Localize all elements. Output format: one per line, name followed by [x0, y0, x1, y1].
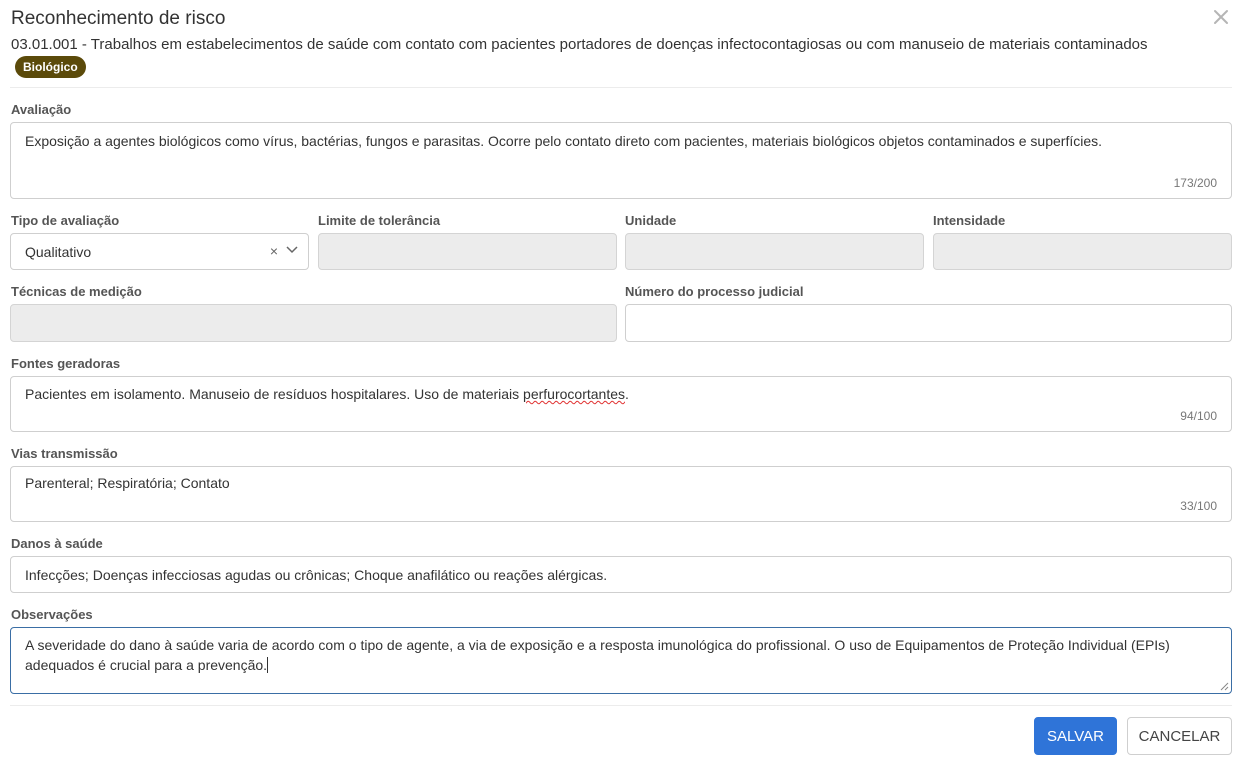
- close-icon[interactable]: [1212, 8, 1230, 26]
- cancel-button[interactable]: CANCELAR: [1127, 717, 1232, 755]
- tipo-avaliacao-select[interactable]: Qualitativo ×: [10, 233, 309, 270]
- tipo-avaliacao-label: Tipo de avaliação: [11, 213, 120, 228]
- header-divider: [10, 87, 1232, 88]
- observacoes-text: A severidade do dano à saúde varia de ac…: [25, 637, 1170, 673]
- fontes-geradoras-value: Pacientes em isolamento. Manuseio de res…: [25, 384, 1215, 404]
- limite-tolerancia-input: [318, 233, 617, 270]
- numero-processo-label: Número do processo judicial: [625, 284, 804, 299]
- footer-divider: [10, 705, 1232, 706]
- avaliacao-label: Avaliação: [11, 102, 72, 117]
- unidade-label: Unidade: [625, 213, 677, 228]
- tecnicas-medicao-input: [10, 304, 617, 342]
- observacoes-value: A severidade do dano à saúde varia de ac…: [25, 635, 1219, 675]
- intensidade-input: [933, 233, 1232, 270]
- danos-saude-label: Danos à saúde: [11, 536, 103, 551]
- danos-saude-value: Infecções; Doenças infecciosas agudas ou…: [25, 567, 608, 583]
- intensidade-label: Intensidade: [933, 213, 1006, 228]
- risk-type-badge: Biológico: [15, 56, 86, 78]
- fontes-geradoras-label: Fontes geradoras: [11, 356, 121, 371]
- fontes-geradoras-text-start: Pacientes em isolamento. Manuseio de res…: [25, 386, 524, 402]
- risk-description: 03.01.001 - Trabalhos em estabelecimento…: [11, 34, 1171, 79]
- risk-code-text: 03.01.001 - Trabalhos em estabelecimento…: [11, 36, 1148, 53]
- vias-transmissao-textarea[interactable]: Parenteral; Respiratória; Contato 33/100: [10, 466, 1232, 522]
- tecnicas-medicao-label: Técnicas de medição: [11, 284, 142, 299]
- vias-transmissao-label: Vias transmissão: [11, 446, 118, 461]
- text-caret: [267, 657, 269, 673]
- vias-transmissao-counter: 33/100: [1180, 499, 1217, 513]
- observacoes-label: Observações: [11, 607, 93, 622]
- limite-tolerancia-label: Limite de tolerância: [318, 213, 441, 228]
- danos-saude-input[interactable]: Infecções; Doenças infecciosas agudas ou…: [10, 556, 1232, 593]
- avaliacao-textarea[interactable]: Exposição a agentes biológicos como víru…: [10, 122, 1232, 199]
- fontes-geradoras-counter: 94/100: [1180, 409, 1217, 423]
- dialog-title: Reconhecimento de risco: [11, 8, 226, 29]
- resize-handle-icon[interactable]: [1219, 681, 1229, 691]
- unidade-input: [625, 233, 924, 270]
- chevron-down-icon[interactable]: [286, 246, 298, 254]
- save-button[interactable]: SALVAR: [1034, 717, 1117, 755]
- avaliacao-value: Exposição a agentes biológicos como víru…: [25, 133, 1103, 149]
- numero-processo-input[interactable]: [625, 304, 1232, 342]
- misspelled-word: perfurocortantes: [523, 386, 625, 402]
- clear-icon[interactable]: ×: [270, 243, 278, 259]
- tipo-avaliacao-value: Qualitativo: [25, 244, 92, 260]
- observacoes-textarea[interactable]: A severidade do dano à saúde varia de ac…: [10, 627, 1232, 694]
- fontes-geradoras-textarea[interactable]: Pacientes em isolamento. Manuseio de res…: [10, 376, 1232, 432]
- fontes-geradoras-text-end: .: [625, 386, 629, 402]
- vias-transmissao-value: Parenteral; Respiratória; Contato: [25, 475, 230, 491]
- dialog-header: Reconhecimento de risco 03.01.001 - Trab…: [11, 6, 1211, 79]
- avaliacao-counter: 173/200: [1173, 176, 1217, 190]
